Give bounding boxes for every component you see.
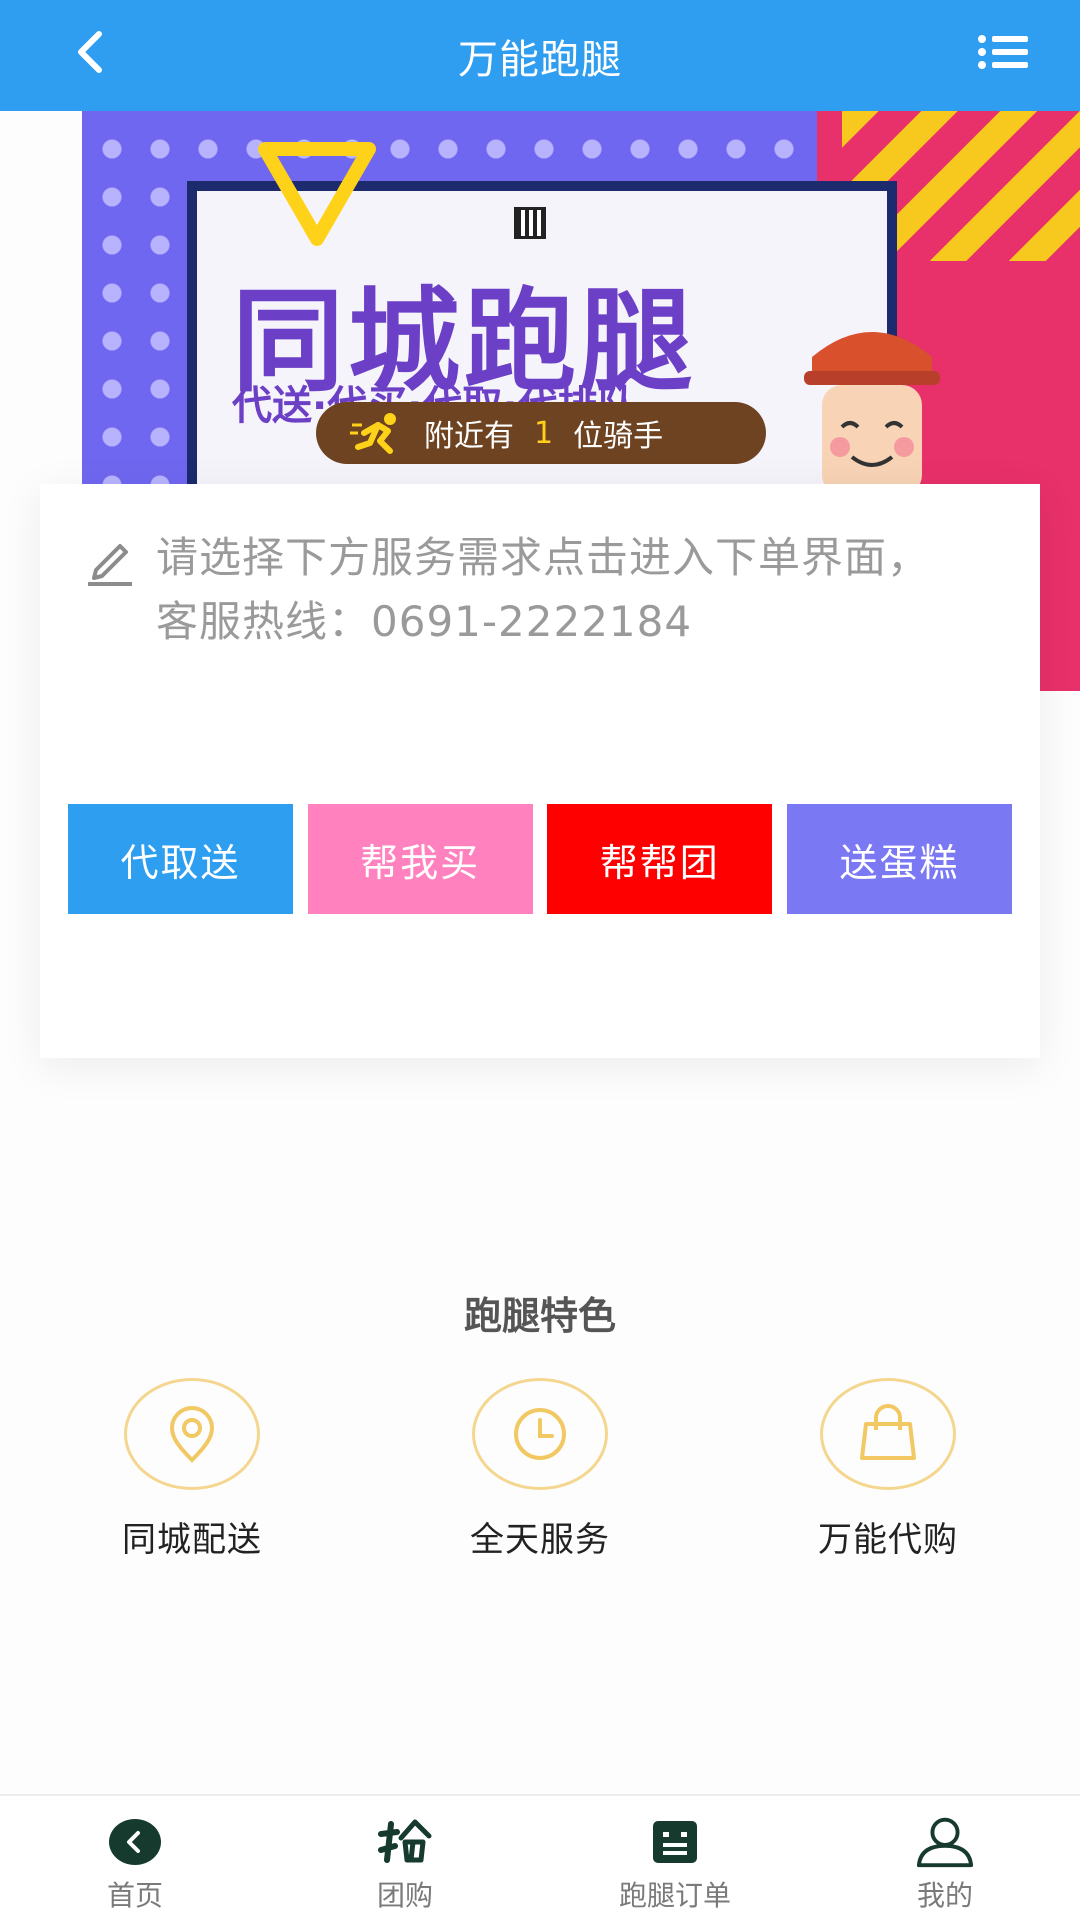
service-buttons: 代取送 帮我买 帮帮团 送蛋糕 <box>68 804 1012 914</box>
feature-local-delivery: 同城配送 <box>92 1378 292 1561</box>
features-row: 同城配送 全天服务 万能代购 <box>0 1378 1080 1561</box>
grab-icon <box>378 1819 432 1863</box>
feature-ring <box>472 1378 608 1490</box>
location-pin-icon <box>169 1406 215 1463</box>
nearby-suffix: 位骑手 <box>573 419 664 454</box>
tab-label: 首页 <box>106 1879 163 1912</box>
nearby-prefix: 附近有 <box>424 419 514 454</box>
feature-all-day: 全天服务 <box>440 1378 640 1561</box>
pencil-icon <box>88 544 132 586</box>
feature-ring <box>820 1378 956 1490</box>
clock-icon <box>514 1408 566 1460</box>
tab-label: 跑腿订单 <box>618 1879 731 1912</box>
tab-group-buy[interactable]: 团购 <box>270 1796 540 1920</box>
feature-label: 全天服务 <box>470 1520 610 1560</box>
features-title: 跑腿特色 <box>463 1294 616 1338</box>
bottom-tab-bar: 首页 团购 跑腿订单 我的 <box>0 1794 1080 1920</box>
service-button-pickup-delivery[interactable]: 代取送 <box>68 804 293 914</box>
service-button-send-cake[interactable]: 送蛋糕 <box>786 804 1012 914</box>
feature-label: 万能代购 <box>818 1520 958 1560</box>
user-icon <box>916 1817 974 1868</box>
nearby-count: 1 <box>534 415 554 451</box>
tab-me[interactable]: 我的 <box>810 1796 1080 1920</box>
order-card: 请选择下方服务需求点击进入下单界面，客服热线：0691-2222184 代取送 … <box>40 484 1040 1058</box>
tab-label: 团购 <box>376 1879 433 1912</box>
tab-label: 我的 <box>916 1879 973 1912</box>
list-menu-icon <box>978 35 1028 69</box>
feature-label: 同城配送 <box>122 1520 262 1560</box>
qr-code-icon <box>514 207 546 239</box>
feature-ring <box>124 1378 260 1490</box>
service-button-help-team[interactable]: 帮帮团 <box>547 804 773 914</box>
top-bar: 万能跑腿 <box>0 0 1080 111</box>
page-title: 万能跑腿 <box>458 36 622 83</box>
back-button[interactable] <box>60 22 120 82</box>
service-button-buy-for-me[interactable]: 帮我买 <box>307 804 533 914</box>
feature-shopping: 万能代购 <box>788 1378 988 1561</box>
back-circle-icon <box>109 1819 161 1865</box>
order-list-icon <box>653 1821 697 1863</box>
order-notice: 请选择下方服务需求点击进入下单界面，客服热线：0691-2222184 <box>156 533 931 646</box>
menu-button[interactable] <box>972 24 1034 80</box>
triangle-decoration <box>258 142 376 246</box>
runner-icon <box>350 413 396 454</box>
tab-home[interactable]: 首页 <box>0 1796 270 1920</box>
tab-errand-orders[interactable]: 跑腿订单 <box>540 1796 810 1920</box>
shopping-bag-icon <box>860 1404 916 1460</box>
nearby-riders-pill: 附近有 1 位骑手 <box>316 402 766 464</box>
chevron-left-icon <box>78 31 102 73</box>
